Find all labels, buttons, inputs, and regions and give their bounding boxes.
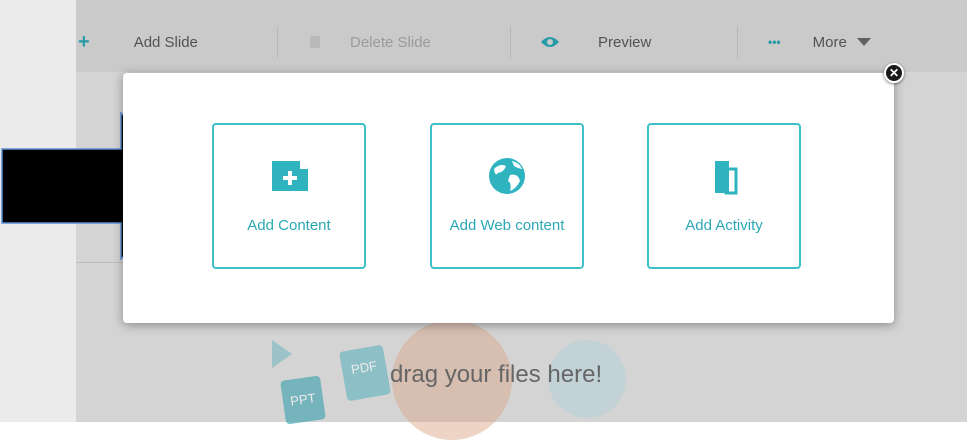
add-content-card[interactable]: Add Content: [212, 123, 366, 269]
close-icon[interactable]: ✕: [884, 63, 904, 83]
globe-icon: [489, 158, 525, 194]
card-label: Add Activity: [685, 217, 763, 234]
add-web-content-card[interactable]: Add Web content: [430, 123, 584, 269]
file-plus-icon: [272, 161, 308, 191]
add-activity-card[interactable]: Add Activity: [647, 123, 801, 269]
pages-icon: [715, 161, 738, 195]
card-label: Add Content: [247, 217, 331, 234]
card-label: Add Web content: [449, 217, 565, 234]
add-content-dialog: Add Content Add Web content Add Activity: [123, 73, 894, 323]
